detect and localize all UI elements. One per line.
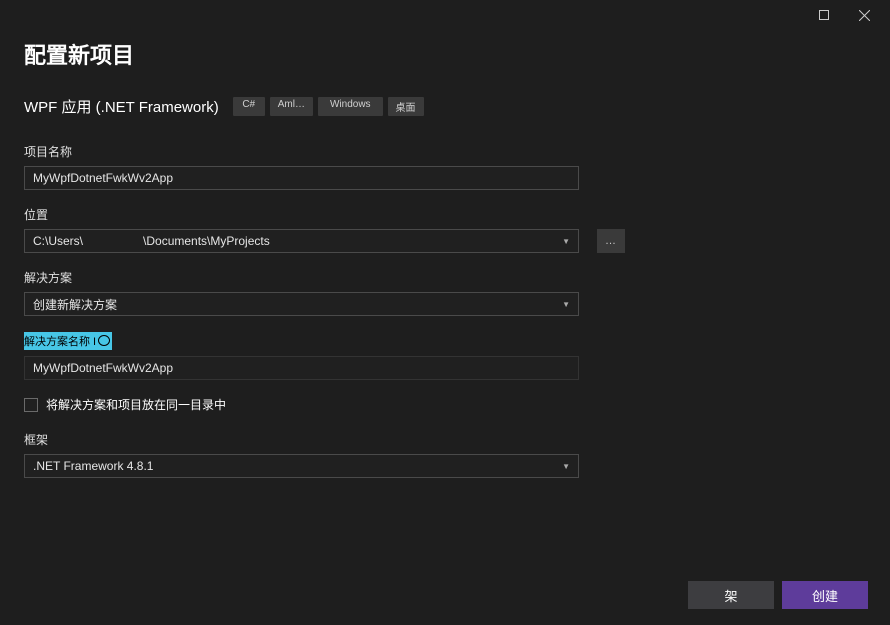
location-path-2: \Documents\MyProjects (143, 234, 270, 248)
close-button[interactable] (844, 1, 884, 29)
framework-value: .NET Framework 4.8.1 (33, 459, 153, 473)
template-name: WPF 应用 (.NET Framework) (24, 96, 219, 117)
tag-windows: Windows (318, 97, 383, 116)
create-button[interactable]: 创建 (782, 581, 868, 609)
page-title: 配置新项目 (24, 38, 866, 70)
solution-label: 解决方案 (24, 269, 866, 286)
browse-button[interactable]: … (597, 229, 625, 253)
chevron-down-icon: ▼ (562, 462, 570, 471)
solution-value: 创建新解决方案 (33, 296, 117, 313)
location-combobox[interactable]: C:\Users\ \Documents\MyProjects ▼ (24, 229, 579, 253)
solution-name-input[interactable] (24, 356, 579, 380)
tag-desktop: 桌面 (388, 97, 424, 116)
solution-combobox[interactable]: 创建新解决方案 ▼ (24, 292, 579, 316)
back-button[interactable]: 架 (688, 581, 774, 609)
location-label: 位置 (24, 206, 866, 223)
location-path-1: C:\Users\ (33, 234, 83, 248)
same-directory-checkbox[interactable] (24, 398, 38, 412)
project-name-input[interactable] (24, 166, 579, 190)
chevron-down-icon: ▼ (562, 237, 570, 246)
tag-csharp: C# (233, 97, 265, 116)
tag-aml: Aml… (270, 97, 313, 116)
framework-label: 框架 (24, 431, 866, 448)
framework-combobox[interactable]: .NET Framework 4.8.1 ▼ (24, 454, 579, 478)
chevron-down-icon: ▼ (562, 300, 570, 309)
same-directory-label: 将解决方案和项目放在同一目录中 (46, 396, 226, 413)
project-name-label: 项目名称 (24, 143, 866, 160)
maximize-button[interactable] (804, 1, 844, 29)
info-icon (98, 335, 110, 346)
solution-name-label: 解决方案名称 I (24, 332, 112, 350)
